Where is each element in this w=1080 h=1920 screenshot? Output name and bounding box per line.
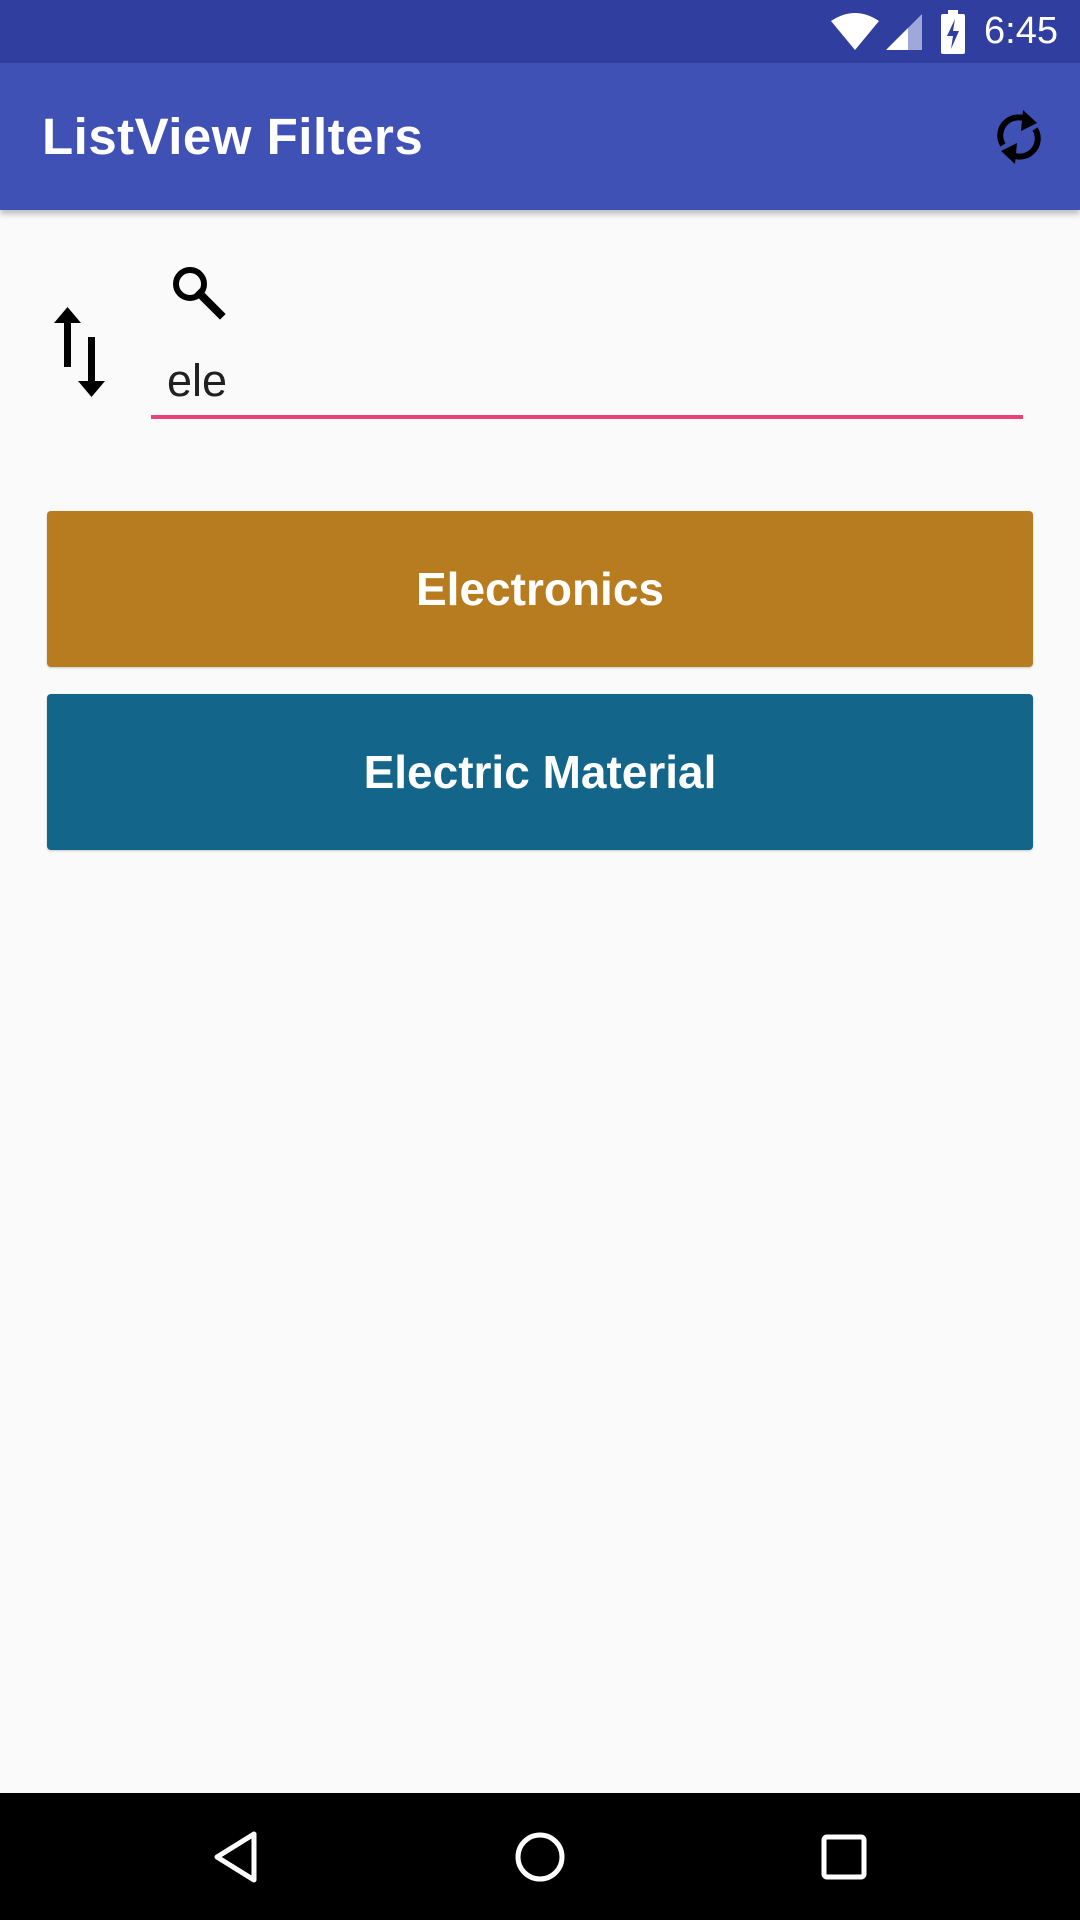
search-icon [173,267,226,320]
refresh-icon [997,110,1041,164]
wifi-icon [831,13,879,50]
main-content: Electronics Electric Material [0,210,1080,1793]
list-item[interactable]: Electric Material [47,694,1033,850]
home-button[interactable] [498,1815,582,1899]
back-icon [214,1831,257,1883]
status-time: 6:45 [984,10,1058,52]
refresh-button[interactable] [980,98,1058,176]
navigation-bar [0,1793,1080,1920]
list-item-label: Electronics [416,563,664,615]
back-button[interactable] [194,1815,278,1899]
home-icon [515,1832,565,1882]
sort-icon [54,307,105,397]
page-title: ListView Filters [42,108,424,165]
recents-icon [821,1834,867,1880]
search-input[interactable] [151,347,1023,419]
results-list: Electronics Electric Material [47,511,1033,877]
status-bar: 6:45 [0,0,1080,63]
app-bar: ListView Filters [0,63,1080,210]
list-item[interactable]: Electronics [47,511,1033,667]
battery-charging-icon [941,10,965,54]
recents-button[interactable] [802,1815,886,1899]
sort-button[interactable] [46,302,114,402]
signal-icon [886,14,922,50]
list-item-label: Electric Material [363,746,717,798]
